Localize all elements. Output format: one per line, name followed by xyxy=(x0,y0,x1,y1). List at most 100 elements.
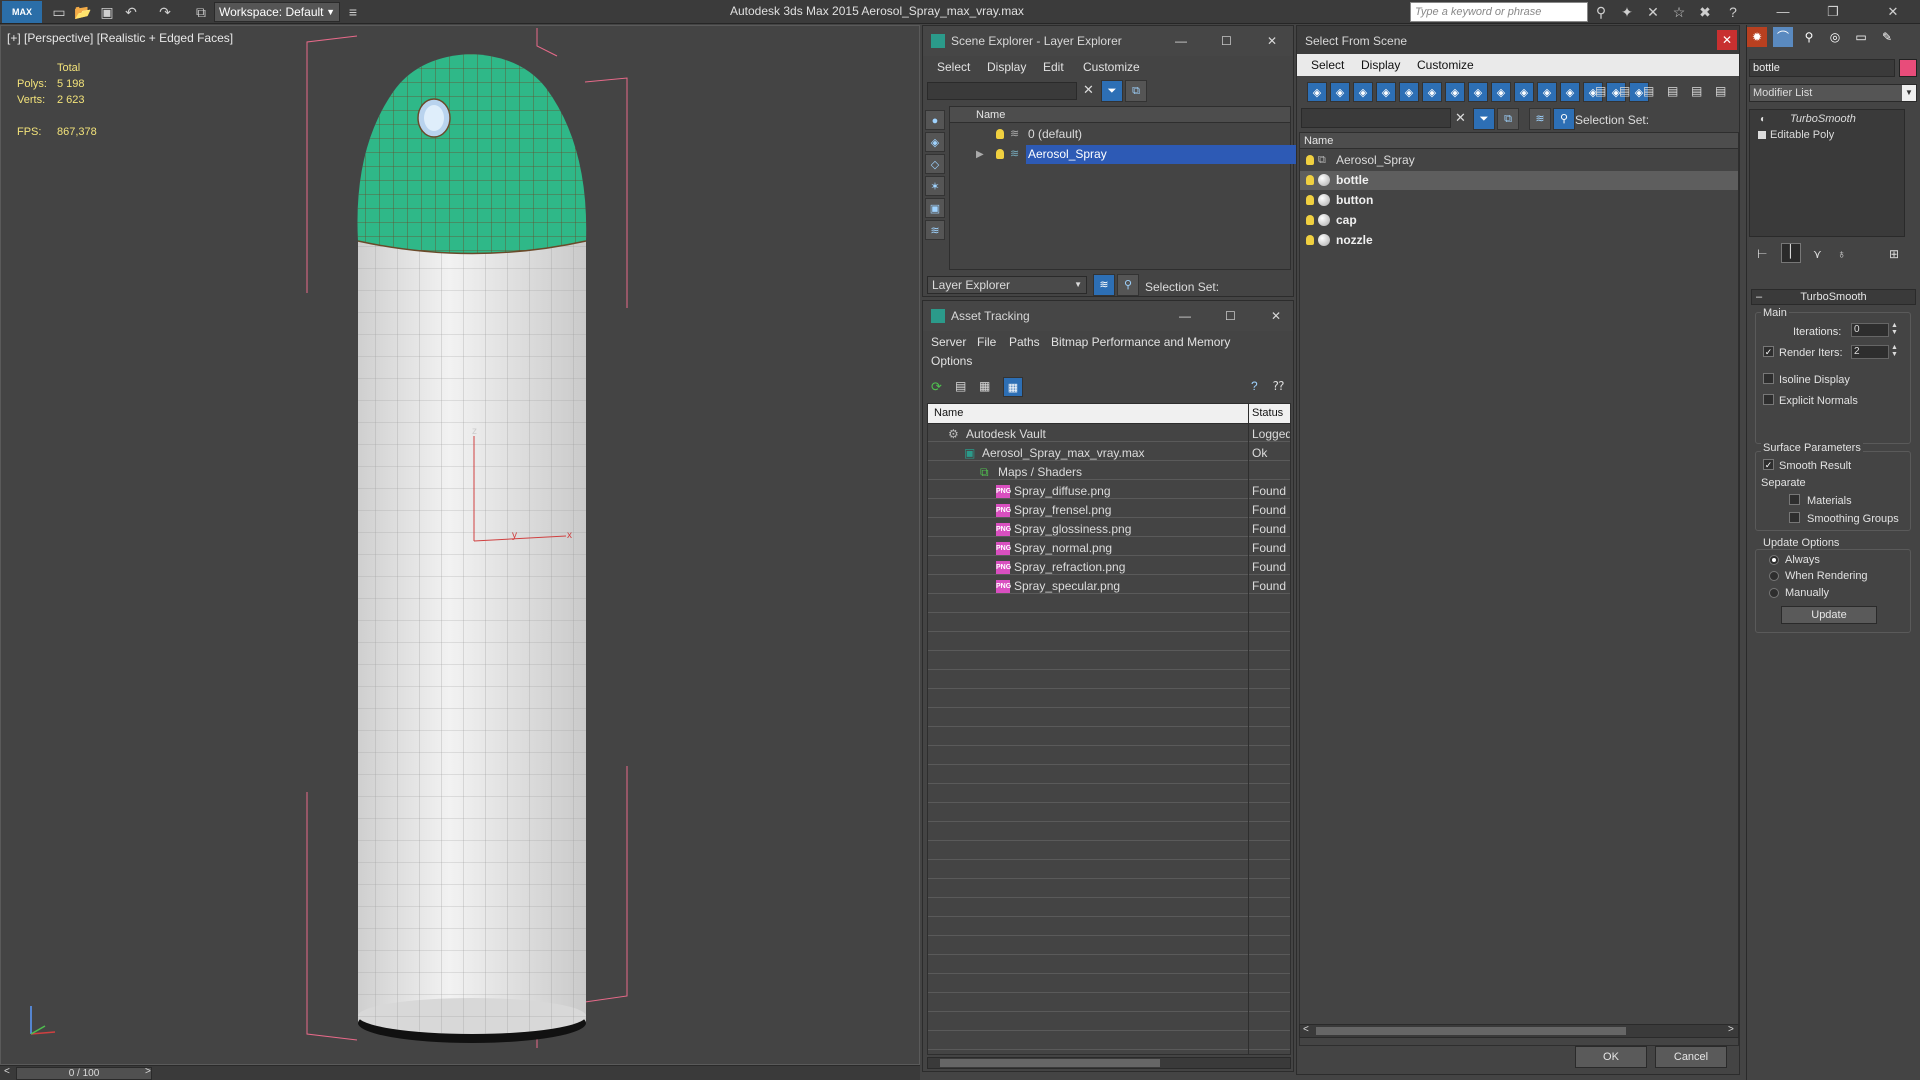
scroll-thumb[interactable] xyxy=(1316,1027,1626,1035)
minimize-icon[interactable]: — xyxy=(1179,301,1191,331)
pin-stack-icon[interactable]: ⊢ xyxy=(1757,247,1767,261)
display-geometry-icon[interactable]: ◈ xyxy=(1307,82,1327,102)
update-button[interactable]: Update xyxy=(1781,606,1877,624)
asset-row[interactable]: ⧉ Maps / Shaders xyxy=(928,463,1290,482)
explicit-normals-checkbox[interactable] xyxy=(1763,394,1774,405)
maximize-icon[interactable]: ☐ xyxy=(1221,26,1232,56)
list-view-icon[interactable]: ▤ xyxy=(955,379,966,393)
lightbulb-icon[interactable] xyxy=(1306,175,1314,185)
object-color-swatch[interactable] xyxy=(1899,59,1917,77)
manually-radio[interactable] xyxy=(1769,588,1779,598)
layers-icon[interactable]: ⧉ xyxy=(1497,108,1519,130)
layer-explorer-icon[interactable]: ≋ xyxy=(1093,274,1115,296)
create-tab-icon[interactable]: ✹ xyxy=(1747,27,1767,47)
refresh-icon[interactable]: ⟳ xyxy=(931,379,942,395)
time-slider-thumb[interactable]: 0 / 100 xyxy=(16,1067,152,1080)
select-from-scene-titlebar[interactable]: Select From Scene xyxy=(1297,26,1739,56)
spinner-arrows-icon[interactable]: ▲ ▼ xyxy=(1891,344,1898,358)
iterations-spinner[interactable]: 0 xyxy=(1851,323,1889,337)
when-rendering-radio[interactable] xyxy=(1769,571,1779,581)
asset-hscrollbar[interactable] xyxy=(927,1057,1291,1069)
asset-row[interactable]: PNG Spray_diffuse.png Found xyxy=(928,482,1290,501)
object-name-field[interactable]: bottle xyxy=(1749,59,1895,77)
scene-explorer-search[interactable] xyxy=(927,82,1077,100)
display-objects-icon[interactable]: ● xyxy=(925,110,945,130)
help-icon[interactable]: ? xyxy=(1251,379,1258,393)
menu-select[interactable]: Select xyxy=(1311,58,1344,72)
app-logo[interactable]: MAX xyxy=(2,1,42,23)
exchange-icon[interactable]: ✖ xyxy=(1696,3,1714,21)
utilities-tab-icon[interactable]: ✎ xyxy=(1877,27,1897,47)
display-bones-icon[interactable]: ◈ xyxy=(1491,82,1511,102)
display-containers-icon[interactable]: ◈ xyxy=(1514,82,1534,102)
layers-icon[interactable]: ⧉ xyxy=(1125,80,1147,102)
display-geometry-icon[interactable]: ◈ xyxy=(925,132,945,152)
stack-item-turbosmooth[interactable]: ◐ TurboSmooth xyxy=(1750,112,1904,127)
cancel-button[interactable]: Cancel xyxy=(1655,1046,1727,1068)
restore-button[interactable]: ❐ xyxy=(1820,2,1846,22)
asset-row[interactable]: PNG Spray_glossiness.png Found xyxy=(928,520,1290,539)
column-status[interactable]: Status xyxy=(1252,407,1283,419)
display-lights-icon[interactable]: ◈ xyxy=(1353,82,1373,102)
lightbulb-icon[interactable] xyxy=(996,149,1004,159)
communication-icon[interactable]: ✕ xyxy=(1644,3,1662,21)
menu-display[interactable]: Display xyxy=(1361,58,1400,72)
table-view-icon[interactable]: ▦ xyxy=(1003,377,1023,397)
lightbulb-icon[interactable] xyxy=(1306,155,1314,165)
render-iters-checkbox[interactable]: ✓ xyxy=(1763,346,1774,357)
binoculars-icon[interactable]: ⚲ xyxy=(1592,3,1610,21)
select-invert-icon[interactable]: ▤ xyxy=(1643,84,1654,98)
scroll-thumb[interactable] xyxy=(940,1059,1160,1067)
select-none-icon[interactable]: ▤ xyxy=(1619,84,1630,98)
time-next-icon[interactable]: > xyxy=(145,1066,151,1077)
menu-customize[interactable]: Customize xyxy=(1083,60,1140,74)
close-icon[interactable]: ✕ xyxy=(1271,301,1281,331)
asset-tracking-titlebar[interactable]: Asset Tracking — ☐ ✕ xyxy=(923,301,1293,331)
show-end-result-icon[interactable]: │ xyxy=(1781,243,1801,263)
turbosmooth-rollout-header[interactable]: – TurboSmooth xyxy=(1751,289,1916,305)
menu-edit[interactable]: Edit xyxy=(1043,60,1064,74)
menu-overflow-icon[interactable]: ≡ xyxy=(344,3,362,21)
lightbulb-icon[interactable] xyxy=(1306,235,1314,245)
display-lights-icon[interactable]: ✶ xyxy=(925,176,945,196)
filter-options-icon[interactable]: ▤ xyxy=(1667,84,1678,98)
display-cameras-icon[interactable]: ▣ xyxy=(925,198,945,218)
layer-row-aerosol-spray[interactable]: ▶ ≋ Aerosol_Spray xyxy=(950,145,1316,164)
close-icon[interactable]: ✕ xyxy=(1267,26,1277,56)
make-unique-icon[interactable]: ⋎ xyxy=(1813,247,1822,261)
menu-options[interactable]: Options xyxy=(931,354,972,368)
smooth-result-checkbox[interactable]: ✓ xyxy=(1763,459,1774,470)
asset-table-header[interactable]: Name Status xyxy=(928,404,1290,424)
spinner-arrows-icon[interactable]: ▲ ▼ xyxy=(1891,322,1898,336)
select-all-icon[interactable]: ▤ xyxy=(1595,84,1606,98)
menu-file[interactable]: File xyxy=(977,335,996,349)
hierarchy-tab-icon[interactable]: ⚲ xyxy=(1799,27,1819,47)
new-file-icon[interactable]: ▭ xyxy=(50,3,68,21)
search-input[interactable]: Type a keyword or phrase xyxy=(1410,2,1588,22)
menu-server[interactable]: Server xyxy=(931,335,966,349)
object-row-aerosol-spray[interactable]: ⧉ Aerosol_Spray xyxy=(1300,151,1738,170)
column-name[interactable]: Name xyxy=(934,407,963,419)
asset-row[interactable]: ⚙ Autodesk Vault Logged xyxy=(928,425,1290,444)
object-row-bottle[interactable]: bottle xyxy=(1300,171,1738,190)
project-folder-icon[interactable]: ⧉ xyxy=(192,3,210,21)
motion-tab-icon[interactable]: ◎ xyxy=(1825,27,1845,47)
stack-item-editable-poly[interactable]: Editable Poly xyxy=(1750,128,1904,143)
display-shapes-icon[interactable]: ◇ xyxy=(925,154,945,174)
expand-arrow-icon[interactable]: ▶ xyxy=(976,145,984,164)
smoothing-groups-checkbox[interactable] xyxy=(1789,512,1800,523)
display-frozen-icon[interactable]: ◈ xyxy=(1537,82,1557,102)
asset-row[interactable]: PNG Spray_specular.png Found xyxy=(928,577,1290,596)
close-button[interactable]: ✕ xyxy=(1717,30,1737,50)
time-slider[interactable]: < 0 / 100 > xyxy=(0,1065,920,1080)
isoline-checkbox[interactable] xyxy=(1763,373,1774,384)
filter-icon[interactable]: ⏷ xyxy=(1473,108,1495,130)
minimize-button[interactable]: — xyxy=(1770,2,1796,22)
workspace-dropdown[interactable]: Workspace: Default ▼ xyxy=(214,2,340,22)
collapse-icon[interactable]: ▤ xyxy=(1715,84,1726,98)
clear-search-icon[interactable]: ✕ xyxy=(1083,82,1094,98)
display-spacewarps-icon[interactable]: ◈ xyxy=(1422,82,1442,102)
help-icon[interactable]: ? xyxy=(1724,3,1742,21)
minimize-icon[interactable]: — xyxy=(1175,26,1187,56)
explorer-type-dropdown[interactable]: Layer Explorer ▼ xyxy=(927,276,1087,294)
